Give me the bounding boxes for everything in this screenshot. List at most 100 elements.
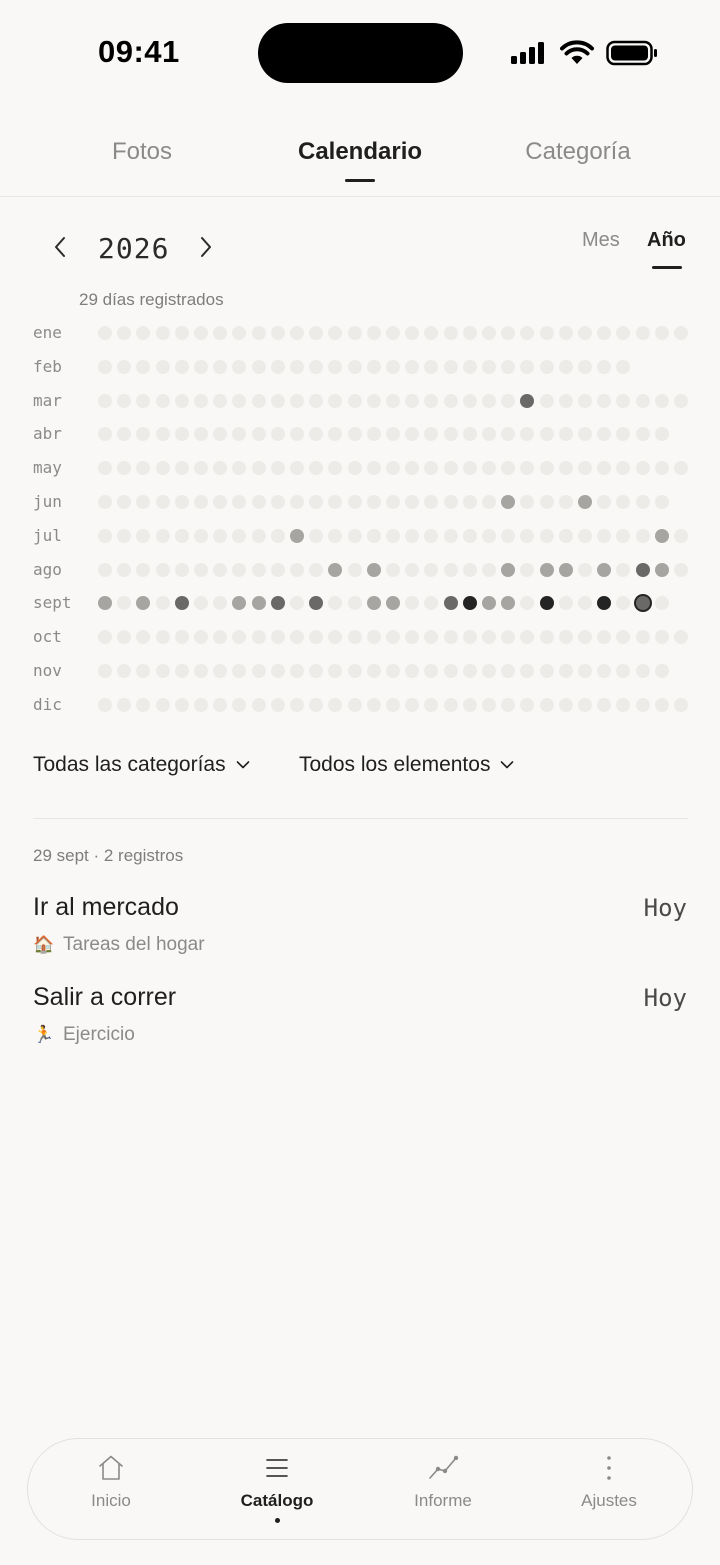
day-cell[interactable] <box>155 326 170 340</box>
day-cell[interactable] <box>520 495 535 509</box>
day-cell[interactable] <box>520 697 535 712</box>
day-cell[interactable] <box>98 562 112 577</box>
day-cell[interactable] <box>232 461 247 476</box>
day-cell[interactable] <box>578 664 592 678</box>
day-cell[interactable] <box>213 664 228 678</box>
day-cell[interactable] <box>347 697 362 712</box>
day-cell[interactable] <box>558 495 573 509</box>
day-cell[interactable] <box>309 359 324 374</box>
day-cell[interactable] <box>578 697 592 712</box>
day-cell[interactable] <box>635 393 650 408</box>
day-cell[interactable] <box>405 427 420 442</box>
day-cell[interactable] <box>366 427 381 442</box>
day-cell[interactable] <box>347 664 362 678</box>
day-cell[interactable] <box>578 326 592 340</box>
day-cell[interactable] <box>328 596 343 611</box>
day-cell[interactable] <box>520 664 535 678</box>
day-cell[interactable] <box>616 427 631 442</box>
day-cell[interactable] <box>290 528 304 543</box>
day-cell[interactable] <box>213 596 228 611</box>
day-cell[interactable] <box>616 664 631 678</box>
day-cell[interactable] <box>597 359 612 374</box>
day-cell[interactable] <box>462 359 477 374</box>
day-cell[interactable] <box>501 427 516 442</box>
day-cell[interactable] <box>405 697 420 712</box>
day-cell[interactable] <box>194 664 208 678</box>
day-cell[interactable] <box>443 697 458 712</box>
day-cell[interactable] <box>174 562 189 577</box>
day-cell[interactable] <box>347 359 362 374</box>
day-cell[interactable] <box>443 359 458 374</box>
day-cell[interactable] <box>270 596 285 611</box>
day-cell[interactable] <box>251 495 266 509</box>
day-cell[interactable] <box>98 630 112 645</box>
day-cell[interactable] <box>309 596 324 611</box>
day-cell[interactable] <box>251 630 266 645</box>
day-cell[interactable] <box>635 697 650 712</box>
day-cell[interactable] <box>616 461 631 476</box>
day-cell[interactable] <box>462 427 477 442</box>
day-cell[interactable] <box>290 427 304 442</box>
day-cell[interactable] <box>155 664 170 678</box>
day-cell[interactable] <box>654 596 669 611</box>
day-cell[interactable] <box>117 562 132 577</box>
day-cell[interactable] <box>194 427 208 442</box>
day-cell[interactable] <box>270 697 285 712</box>
day-cell[interactable] <box>309 326 324 340</box>
day-cell[interactable] <box>654 461 669 476</box>
day-cell[interactable] <box>443 427 458 442</box>
day-cell[interactable] <box>117 461 132 476</box>
day-cell[interactable] <box>155 495 170 509</box>
day-cell[interactable] <box>232 393 247 408</box>
day-cell[interactable] <box>405 359 420 374</box>
day-cell[interactable] <box>136 326 151 340</box>
day-cell[interactable] <box>366 461 381 476</box>
day-cell[interactable] <box>443 495 458 509</box>
day-cell[interactable] <box>366 596 381 611</box>
day-cell[interactable] <box>654 427 669 442</box>
day-cell[interactable] <box>635 326 650 340</box>
day-cell[interactable] <box>539 630 554 645</box>
day-cell[interactable] <box>136 461 151 476</box>
day-cell[interactable] <box>386 326 400 340</box>
day-cell[interactable] <box>136 630 151 645</box>
day-cell[interactable] <box>482 630 496 645</box>
day-cell[interactable] <box>654 326 669 340</box>
day-cell[interactable] <box>654 562 669 577</box>
day-cell[interactable] <box>558 359 573 374</box>
day-cell[interactable] <box>443 326 458 340</box>
day-cell[interactable] <box>501 461 516 476</box>
day-cell[interactable] <box>635 562 650 577</box>
day-cell[interactable] <box>290 664 304 678</box>
day-cell[interactable] <box>328 427 343 442</box>
day-cell[interactable] <box>290 326 304 340</box>
day-cell[interactable] <box>251 596 266 611</box>
day-cell[interactable] <box>232 495 247 509</box>
day-cell[interactable] <box>616 495 631 509</box>
day-cell[interactable] <box>597 630 612 645</box>
day-cell[interactable] <box>616 393 631 408</box>
day-cell[interactable] <box>251 697 266 712</box>
day-cell[interactable] <box>405 630 420 645</box>
day-cell[interactable] <box>290 393 304 408</box>
day-cell[interactable] <box>558 427 573 442</box>
day-cell[interactable] <box>405 528 420 543</box>
day-cell[interactable] <box>98 359 112 374</box>
day-cell[interactable] <box>328 326 343 340</box>
day-cell[interactable] <box>558 596 573 611</box>
day-cell[interactable] <box>174 326 189 340</box>
day-cell[interactable] <box>251 326 266 340</box>
day-cell[interactable] <box>155 461 170 476</box>
day-cell[interactable] <box>462 562 477 577</box>
day-cell[interactable] <box>155 630 170 645</box>
day-cell[interactable] <box>539 664 554 678</box>
day-cell[interactable] <box>635 461 650 476</box>
day-cell[interactable] <box>597 562 612 577</box>
day-cell[interactable] <box>558 393 573 408</box>
day-cell[interactable] <box>155 528 170 543</box>
day-cell[interactable] <box>578 495 592 509</box>
day-cell[interactable] <box>347 596 362 611</box>
day-cell[interactable] <box>654 393 669 408</box>
day-cell[interactable] <box>174 630 189 645</box>
day-cell[interactable] <box>194 495 208 509</box>
